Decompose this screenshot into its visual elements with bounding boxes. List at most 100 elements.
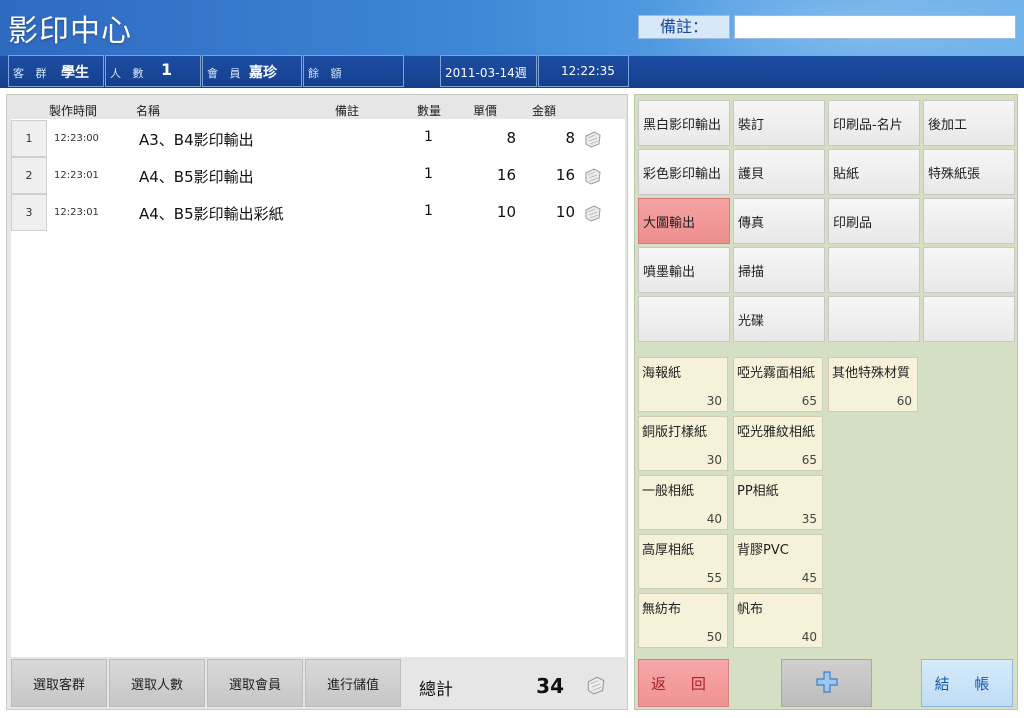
order-row-name: A4、B5影印輸出彩紙 [139,205,284,223]
column-header-note: 備註 [335,104,360,118]
order-row[interactable]: 2 12:23:01 A4、B5影印輸出 1 16 16 [11,157,625,194]
order-row-name: A3、B4影印輸出 [139,131,254,149]
order-row-time: 12:23:01 [54,170,99,181]
select-group-button[interactable]: 選取客群 [11,659,107,707]
app-header: 影印中心 備註： [0,0,1024,56]
category-button[interactable]: 印刷品 [828,198,920,244]
add-button[interactable] [781,659,872,707]
member-cell[interactable]: 會 員 嘉珍 [202,55,302,87]
order-row-number: 2 [11,157,47,194]
paper-item-name: 一般相紙 [642,484,695,499]
category-button-empty[interactable] [923,198,1015,244]
order-row-amount: 10 [555,203,575,221]
order-row-price: 8 [506,129,516,147]
category-button[interactable]: 傳真 [733,198,825,244]
date-value: 2011-03-14週一 [445,66,527,97]
order-row-qty[interactable]: 1 [411,129,446,145]
paper-item[interactable]: 一般相紙 40 [638,475,728,530]
category-button[interactable]: 印刷品-名片 [828,100,920,146]
plus-icon [815,670,838,693]
order-row[interactable]: 1 12:23:00 A3、B4影印輸出 1 8 8 [11,120,625,157]
paper-item[interactable]: 背膠PVC 45 [733,534,823,589]
back-button[interactable]: 返 回 [638,659,729,707]
select-people-button[interactable]: 選取人數 [109,659,205,707]
total-label: 總計 [419,680,453,700]
people-count-value: 1 [161,60,173,79]
paper-item[interactable]: 高厚相紙 55 [638,534,728,589]
column-header-amount: 金額 [532,104,557,118]
category-button[interactable]: 特殊紙張 [923,149,1015,195]
deposit-button[interactable]: 進行儲值 [305,659,401,707]
note-input[interactable] [734,15,1016,39]
member-value: 嘉珍 [249,65,277,81]
select-member-button[interactable]: 選取會員 [207,659,303,707]
category-button-empty[interactable] [828,296,920,342]
order-row-time: 12:23:01 [54,207,99,218]
paper-item-name: 無紡布 [642,602,682,617]
column-header-qty: 數量 [417,104,442,118]
category-button-active[interactable]: 大圖輸出 [638,198,730,244]
paper-item[interactable]: 其他特殊材質 60 [828,357,918,412]
order-row-number: 3 [11,194,47,231]
paper-item-price: 30 [706,394,722,408]
order-row-qty[interactable]: 1 [411,166,446,182]
order-row-time: 12:23:00 [54,133,99,144]
paper-item-name: 海報紙 [642,366,682,381]
paper-item-name: 帆布 [737,602,764,617]
paper-item[interactable]: PP相紙 35 [733,475,823,530]
paper-item-name: 高厚相紙 [642,543,695,558]
column-header-time: 製作時間 [49,104,98,118]
paper-item-price: 55 [706,571,722,585]
category-button[interactable]: 貼紙 [828,149,920,195]
category-button[interactable]: 後加工 [923,100,1015,146]
paper-item-price: 30 [706,453,722,467]
app-title: 影印中心 [8,14,132,49]
paper-item-name: PP相紙 [737,484,779,499]
category-button[interactable]: 光碟 [733,296,825,342]
paper-item[interactable]: 啞光霧面相紙 65 [733,357,823,412]
category-button[interactable]: 噴墨輸出 [638,247,730,293]
order-row-price: 10 [496,203,516,221]
category-button-empty[interactable] [923,296,1015,342]
delete-icon[interactable] [583,129,603,149]
paper-item-price: 65 [801,394,817,408]
customer-group-value: 學生 [61,65,89,81]
paper-item-name: 啞光霧面相紙 [737,366,816,381]
order-row-amount: 8 [565,129,575,147]
order-row-number: 1 [11,120,47,157]
total-value: 34 [536,674,564,698]
note-label: 備註： [638,15,730,39]
category-button-empty[interactable] [828,247,920,293]
paper-item[interactable]: 海報紙 30 [638,357,728,412]
customer-group-cell[interactable]: 客 群 學生 [8,55,104,87]
category-button[interactable]: 彩色影印輸出 [638,149,730,195]
paper-item-price: 40 [801,630,817,644]
order-row-qty[interactable]: 1 [411,203,446,219]
delete-icon[interactable] [583,166,603,186]
paper-item[interactable]: 啞光雅紋相紙 65 [733,416,823,471]
paper-item-name: 啞光雅紋相紙 [737,425,816,440]
paper-item[interactable]: 無紡布 50 [638,593,728,648]
order-row[interactable]: 3 12:23:01 A4、B5影印輸出彩紙 1 10 10 [11,194,625,231]
order-row-amount: 16 [555,166,575,184]
paper-item[interactable]: 銅版打樣紙 30 [638,416,728,471]
date-cell: 2011-03-14週一 [440,55,537,97]
category-button[interactable]: 黑白影印輸出 [638,100,730,146]
paper-item[interactable]: 帆布 40 [733,593,823,648]
balance-cell: 餘 額 [303,55,404,87]
customer-group-label: 客 群 [13,67,51,80]
category-button-empty[interactable] [638,296,730,342]
people-count-cell[interactable]: 人 數 1 [105,55,201,87]
category-button[interactable]: 掃描 [733,247,825,293]
member-label: 會 員 [207,67,245,80]
category-button[interactable]: 護貝 [733,149,825,195]
paper-item-name: 背膠PVC [737,543,789,558]
category-button[interactable]: 裝訂 [733,100,825,146]
clear-all-icon[interactable] [585,674,607,696]
checkout-button[interactable]: 結 帳 [921,659,1013,707]
delete-icon[interactable] [583,203,603,223]
paper-item-price: 60 [896,394,912,408]
paper-item-price: 65 [801,453,817,467]
category-button-empty[interactable] [923,247,1015,293]
paper-item-price: 35 [801,512,817,526]
